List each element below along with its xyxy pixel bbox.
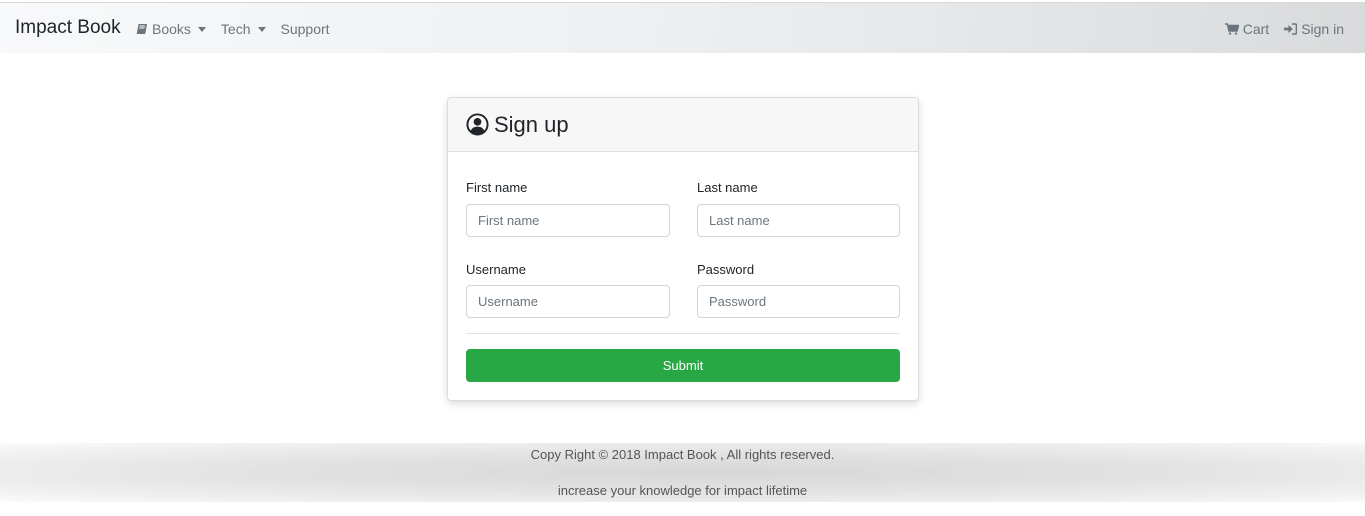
page-footer: Copy Right © 2018 Impact Book , All righ…: [0, 443, 1365, 502]
last-name-input[interactable]: [697, 204, 900, 237]
password-label: Password: [697, 262, 755, 277]
nav-support-link[interactable]: Support: [281, 21, 330, 37]
signup-card-header: Sign up: [448, 98, 918, 152]
nav-signin-label: Sign in: [1301, 21, 1344, 37]
submit-button[interactable]: Submit: [466, 349, 900, 382]
footer-tagline: increase your knowledge for impact lifet…: [557, 483, 808, 498]
footer-copyright: Copy Right © 2018 Impact Book , All righ…: [530, 447, 835, 462]
nav-signin-link[interactable]: Sign in: [1284, 21, 1344, 37]
username-input[interactable]: [466, 285, 670, 318]
chevron-down-icon: [197, 26, 206, 32]
last-name-label: Last name: [697, 180, 758, 195]
nav-cart-link[interactable]: Cart: [1224, 21, 1270, 37]
chevron-down-icon: [257, 26, 266, 32]
nav-cart-label: Cart: [1242, 21, 1270, 37]
book-icon: [136, 23, 148, 35]
brand-logo-link[interactable]: Impact Book: [15, 17, 121, 39]
first-name-input[interactable]: [466, 204, 670, 237]
cart-icon: [1224, 23, 1239, 35]
signup-title-text: Sign up: [494, 111, 569, 137]
nav-right-group: Cart Sign in: [1224, 21, 1344, 37]
nav-tech-label: Tech: [220, 21, 251, 37]
user-circle-icon: [466, 113, 489, 136]
sign-in-icon: [1284, 23, 1298, 35]
username-label: Username: [466, 262, 526, 277]
nav-left-group: Books Tech Support: [136, 21, 330, 37]
form-divider: [466, 333, 900, 334]
signup-card: Sign up First name Last name Username Pa…: [447, 97, 919, 401]
nav-tech-dropdown[interactable]: Tech: [221, 21, 266, 37]
first-name-label: First name: [466, 180, 528, 195]
nav-books-dropdown[interactable]: Books: [136, 21, 206, 37]
nav-books-label: Books: [152, 21, 191, 37]
password-input[interactable]: [697, 285, 900, 318]
signup-title: Sign up: [466, 112, 569, 138]
top-navbar: Impact Book Books Tech Support Cart Sign…: [0, 2, 1365, 53]
